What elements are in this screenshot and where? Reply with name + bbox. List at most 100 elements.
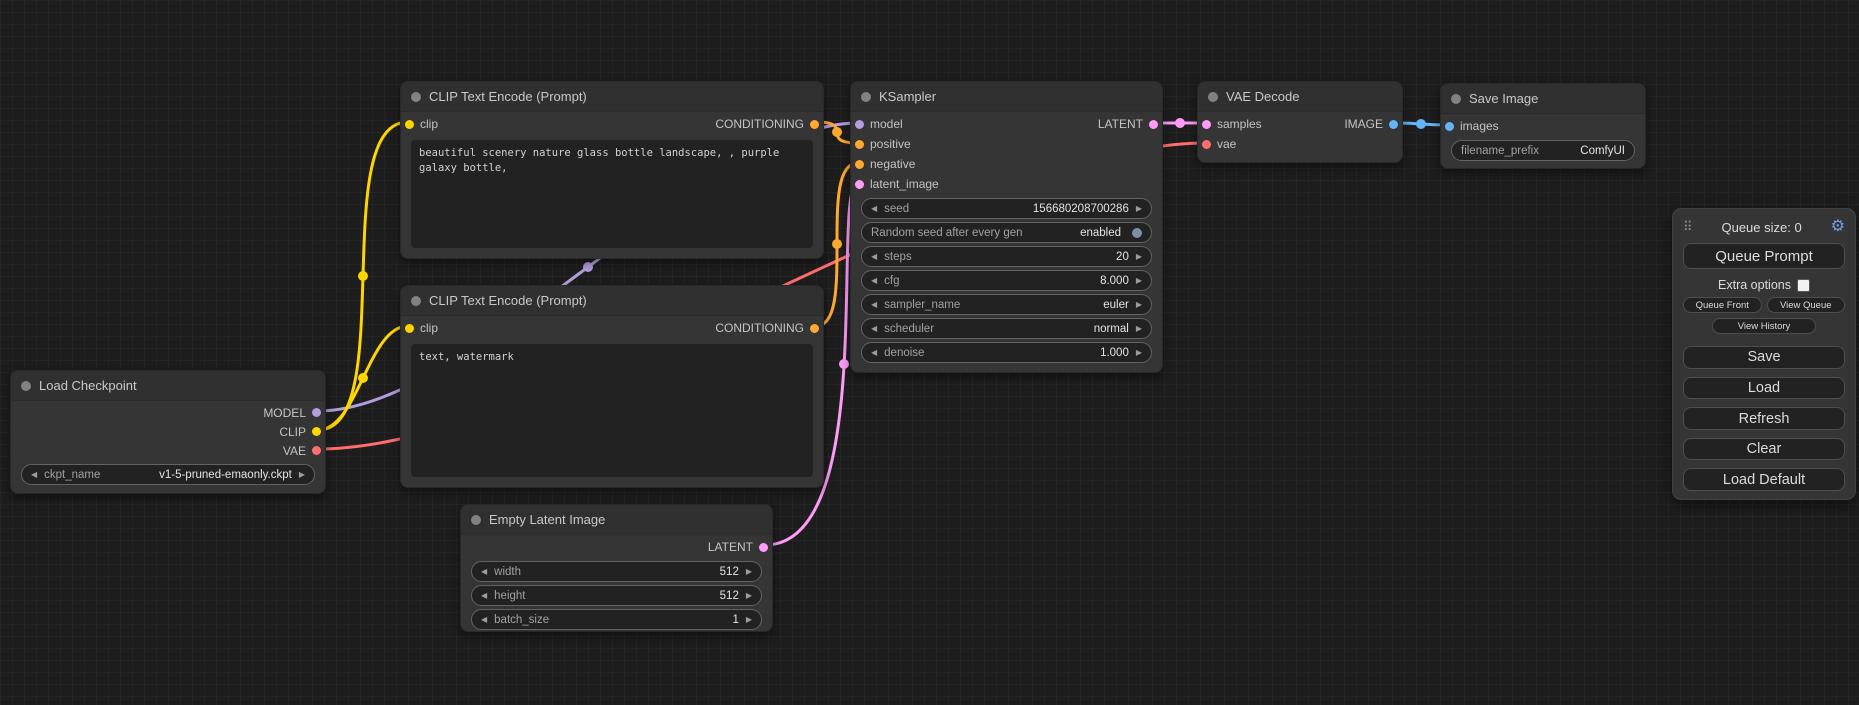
decrement-arrow-icon[interactable] — [481, 592, 487, 600]
collapse-toggle-icon[interactable] — [411, 296, 421, 306]
output-dot-latent[interactable] — [759, 543, 768, 552]
node-title-bar[interactable]: KSampler — [851, 82, 1162, 112]
node-title: Load Checkpoint — [39, 378, 137, 393]
widget-random-seed-toggle[interactable]: Random seed after every gen enabled — [861, 222, 1152, 243]
output-slot-latent: LATENT — [708, 540, 768, 554]
input-dot-samples[interactable] — [1202, 120, 1211, 129]
widget-label: scheduler — [884, 323, 934, 335]
collapse-toggle-icon[interactable] — [21, 381, 31, 391]
node-title-bar[interactable]: Empty Latent Image — [461, 505, 772, 535]
increment-arrow-icon[interactable] — [1136, 277, 1142, 285]
decrement-arrow-icon[interactable] — [31, 471, 37, 479]
node-title-bar[interactable]: Save Image — [1441, 84, 1645, 114]
view-history-button[interactable]: View History — [1712, 318, 1816, 334]
slot-label: LATENT — [708, 540, 753, 554]
drag-handle-icon[interactable] — [1683, 219, 1693, 235]
view-queue-button[interactable]: View Queue — [1767, 297, 1846, 313]
input-dot-negative[interactable] — [855, 160, 864, 169]
increment-arrow-icon[interactable] — [746, 568, 752, 576]
save-button[interactable]: Save — [1683, 346, 1845, 369]
node-ksampler[interactable]: KSampler model LATENT positive — [850, 81, 1163, 373]
collapse-toggle-icon[interactable] — [861, 92, 871, 102]
node-vae-decode[interactable]: VAE Decode samples IMAGE vae — [1197, 81, 1403, 163]
prompt-textarea[interactable]: text, watermark — [411, 344, 813, 477]
node-title-bar[interactable]: VAE Decode — [1198, 82, 1402, 112]
output-slot-clip: CLIP — [279, 425, 321, 439]
collapse-toggle-icon[interactable] — [411, 92, 421, 102]
link-midpoint-dot — [358, 373, 368, 383]
input-slot-clip: clip — [405, 117, 438, 131]
widget-scheduler[interactable]: scheduler normal — [861, 318, 1152, 339]
comfy-menu-panel[interactable]: Queue size: 0 Queue Prompt Extra options… — [1672, 208, 1856, 500]
output-dot-image[interactable] — [1389, 120, 1398, 129]
input-dot-model[interactable] — [855, 120, 864, 129]
widget-height[interactable]: height 512 — [471, 585, 762, 606]
increment-arrow-icon[interactable] — [746, 592, 752, 600]
node-clip-text-encode-negative[interactable]: CLIP Text Encode (Prompt) clip CONDITION… — [400, 285, 824, 488]
input-dot-clip[interactable] — [405, 120, 414, 129]
load-button[interactable]: Load — [1683, 377, 1845, 400]
refresh-button[interactable]: Refresh — [1683, 407, 1845, 430]
node-title-bar[interactable]: CLIP Text Encode (Prompt) — [401, 82, 823, 112]
decrement-arrow-icon[interactable] — [871, 277, 877, 285]
increment-arrow-icon[interactable] — [1136, 325, 1142, 333]
input-dot-clip[interactable] — [405, 324, 414, 333]
input-dot-vae[interactable] — [1202, 140, 1211, 149]
increment-arrow-icon[interactable] — [1136, 253, 1142, 261]
output-dot-model[interactable] — [312, 408, 321, 417]
output-dot-clip[interactable] — [312, 427, 321, 436]
increment-arrow-icon[interactable] — [1136, 205, 1142, 213]
node-load-checkpoint[interactable]: Load Checkpoint MODEL CLIP VAE — [10, 370, 326, 494]
link-midpoint-dot — [1416, 119, 1426, 129]
widget-seed[interactable]: seed 156680208700286 — [861, 198, 1152, 219]
widget-sampler-name[interactable]: sampler_name euler — [861, 294, 1152, 315]
extra-options-checkbox[interactable] — [1797, 279, 1810, 292]
increment-arrow-icon[interactable] — [1136, 349, 1142, 357]
widget-label: denoise — [884, 347, 924, 359]
input-dot-latent-image[interactable] — [855, 180, 864, 189]
decrement-arrow-icon[interactable] — [481, 616, 487, 624]
queue-prompt-button[interactable]: Queue Prompt — [1683, 243, 1845, 269]
node-title-bar[interactable]: CLIP Text Encode (Prompt) — [401, 286, 823, 316]
link-midpoint-dot — [832, 239, 842, 249]
node-clip-text-encode-positive[interactable]: CLIP Text Encode (Prompt) clip CONDITION… — [400, 81, 824, 259]
queue-front-button[interactable]: Queue Front — [1683, 297, 1762, 313]
widget-denoise[interactable]: denoise 1.000 — [861, 342, 1152, 363]
collapse-toggle-icon[interactable] — [471, 515, 481, 525]
prompt-textarea[interactable]: beautiful scenery nature glass bottle la… — [411, 140, 813, 248]
toggle-indicator-icon[interactable] — [1132, 228, 1142, 238]
graph-canvas[interactable]: Load Checkpoint MODEL CLIP VAE — [0, 0, 1859, 705]
decrement-arrow-icon[interactable] — [481, 568, 487, 576]
settings-gear-icon[interactable] — [1831, 219, 1845, 235]
node-empty-latent-image[interactable]: Empty Latent Image LATENT width 512 heig — [460, 504, 773, 632]
widget-batch-size[interactable]: batch_size 1 — [471, 609, 762, 630]
increment-arrow-icon[interactable] — [1136, 301, 1142, 309]
node-title: Empty Latent Image — [489, 512, 605, 527]
input-slot-negative: negative — [855, 157, 915, 171]
collapse-toggle-icon[interactable] — [1208, 92, 1218, 102]
load-default-button[interactable]: Load Default — [1683, 468, 1845, 491]
node-save-image[interactable]: Save Image images filename_prefix ComfyU… — [1440, 83, 1646, 169]
output-dot-vae[interactable] — [312, 446, 321, 455]
widget-steps[interactable]: steps 20 — [861, 246, 1152, 267]
decrement-arrow-icon[interactable] — [871, 349, 877, 357]
increment-arrow-icon[interactable] — [746, 616, 752, 624]
widget-ckpt-name[interactable]: ckpt_name v1-5-pruned-emaonly.ckpt — [21, 464, 315, 485]
increment-arrow-icon[interactable] — [299, 471, 305, 479]
input-dot-positive[interactable] — [855, 140, 864, 149]
decrement-arrow-icon[interactable] — [871, 253, 877, 261]
widget-label: Random seed after every gen — [871, 227, 1023, 239]
output-dot-conditioning[interactable] — [810, 120, 819, 129]
widget-width[interactable]: width 512 — [471, 561, 762, 582]
clear-button[interactable]: Clear — [1683, 438, 1845, 461]
output-dot-latent[interactable] — [1149, 120, 1158, 129]
collapse-toggle-icon[interactable] — [1451, 94, 1461, 104]
widget-filename-prefix[interactable]: filename_prefix ComfyUI — [1451, 140, 1635, 161]
input-dot-images[interactable] — [1445, 122, 1454, 131]
decrement-arrow-icon[interactable] — [871, 325, 877, 333]
widget-cfg[interactable]: cfg 8.000 — [861, 270, 1152, 291]
output-dot-conditioning[interactable] — [810, 324, 819, 333]
decrement-arrow-icon[interactable] — [871, 301, 877, 309]
node-title-bar[interactable]: Load Checkpoint — [11, 371, 325, 401]
decrement-arrow-icon[interactable] — [871, 205, 877, 213]
